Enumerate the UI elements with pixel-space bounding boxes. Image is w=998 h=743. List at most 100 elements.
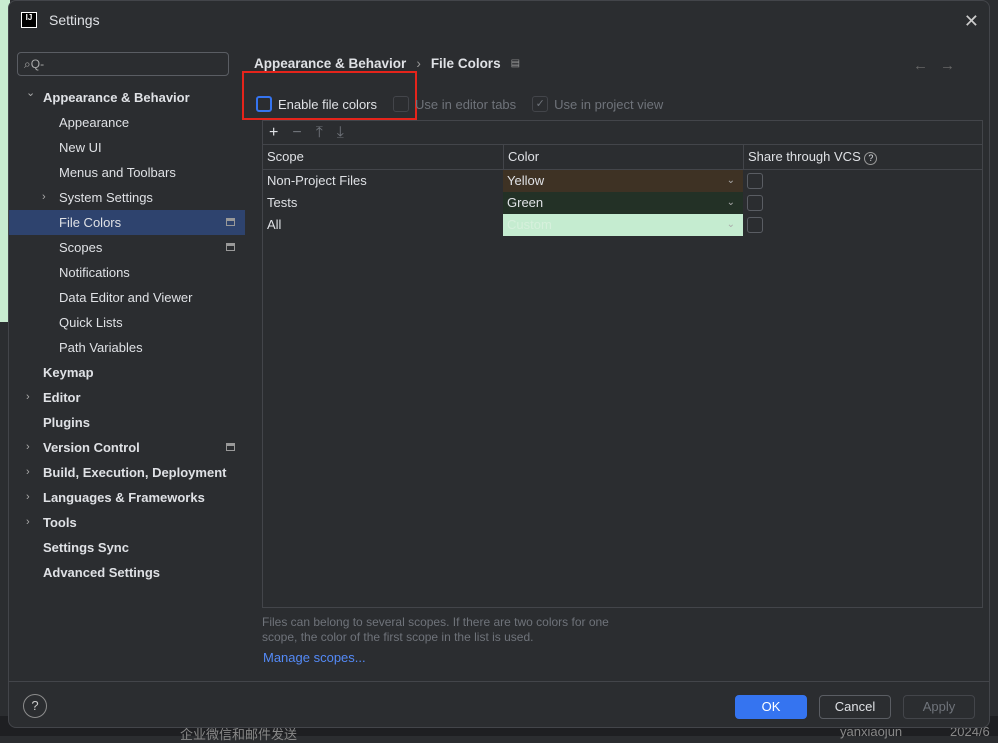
help-icon[interactable]: ? <box>864 152 878 165</box>
sidebar-item-label: Appearance & Behavior <box>43 90 190 105</box>
chevron-down-icon: ⌄ <box>726 175 735 186</box>
sidebar-item-system-settings[interactable]: › System Settings <box>9 185 245 210</box>
color-dropdown[interactable]: Custom ⌄ <box>503 214 743 236</box>
scopes-table: + − ⤒ ⤓ Scope Color Share through VCS ? … <box>262 120 983 608</box>
color-dropdown[interactable]: Yellow ⌄ <box>503 170 743 192</box>
sidebar-item-appearance[interactable]: Appearance <box>9 110 245 135</box>
sidebar-item-new-ui[interactable]: New UI <box>9 135 245 160</box>
sidebar-item-plugins[interactable]: Plugins <box>9 410 245 435</box>
help-text: Files can belong to several scopes. If t… <box>262 615 609 644</box>
sidebar-item-label: Version Control <box>43 440 140 455</box>
color-value: Yellow <box>507 173 545 188</box>
use-in-project-view-label[interactable]: Use in project view <box>554 97 663 112</box>
share-vcs-checkbox[interactable] <box>747 217 763 233</box>
share-vcs-checkbox[interactable] <box>747 195 763 211</box>
title-bar: IJ Settings <box>9 1 989 39</box>
move-up-icon[interactable]: ⤒ <box>316 124 323 142</box>
table-row[interactable]: All Custom ⌄ <box>263 214 982 236</box>
chevron-right-icon[interactable]: › <box>26 485 36 510</box>
sidebar-item-tools[interactable]: › Tools <box>9 510 245 535</box>
chevron-down-icon[interactable]: ⌄ <box>26 81 36 106</box>
sidebar-item-file-colors[interactable]: File Colors <box>9 210 245 235</box>
sidebar-item-label: Languages & Frameworks <box>43 490 205 505</box>
sidebar-item-editor[interactable]: › Editor <box>9 385 245 410</box>
sidebar-item-label: Advanced Settings <box>43 565 161 580</box>
scope-cell: Tests <box>267 195 298 210</box>
chevron-right-icon[interactable]: › <box>26 460 36 485</box>
sidebar-item-label: Plugins <box>43 415 90 430</box>
table-toolbar: + − ⤒ ⤓ <box>263 121 982 145</box>
apply-button[interactable]: Apply <box>903 695 975 719</box>
sidebar-item-menus-and-toolbars[interactable]: Menus and Toolbars <box>9 160 245 185</box>
manage-scopes-link[interactable]: Manage scopes... <box>263 650 366 665</box>
cancel-button[interactable]: Cancel <box>819 695 891 719</box>
sidebar-item-label: Appearance <box>59 115 130 130</box>
chevron-right-icon: › <box>416 56 421 71</box>
header-scope: Scope <box>267 149 304 164</box>
sidebar-item-label: Path Variables <box>59 340 143 355</box>
sidebar-item-label: Data Editor and Viewer <box>59 290 193 305</box>
chevron-down-icon: ⌄ <box>726 197 735 208</box>
enable-file-colors-checkbox[interactable] <box>256 96 272 112</box>
breadcrumb-parent[interactable]: Appearance & Behavior <box>254 56 406 71</box>
chevron-right-icon[interactable]: › <box>42 185 52 210</box>
sidebar-item-languages-frameworks[interactable]: › Languages & Frameworks <box>9 485 245 510</box>
sidebar-item-label: Build, Execution, Deployment <box>43 465 227 480</box>
table-header: Scope Color Share through VCS ? <box>263 145 982 170</box>
scope-cell: All <box>267 217 282 232</box>
sidebar-item-notifications[interactable]: Notifications <box>9 260 245 285</box>
back-arrow-icon[interactable]: ← <box>913 57 940 74</box>
use-in-project-view-checkbox[interactable]: ✓ <box>532 96 549 112</box>
share-vcs-checkbox[interactable] <box>747 173 763 189</box>
sidebar-item-path-variables[interactable]: Path Variables <box>9 335 245 360</box>
chevron-right-icon[interactable]: › <box>26 435 36 460</box>
header-color: Color <box>503 145 743 169</box>
sidebar-item-quick-lists[interactable]: Quick Lists <box>9 310 245 335</box>
project-level-icon: ▤ <box>510 58 521 69</box>
sidebar-item-version-control[interactable]: › Version Control <box>9 435 245 460</box>
table-row[interactable]: Non-Project Files Yellow ⌄ <box>263 170 982 192</box>
close-icon[interactable]: ✕ <box>964 11 979 32</box>
sidebar-item-advanced-settings[interactable]: Advanced Settings <box>9 560 245 585</box>
header-share: Share through VCS ? <box>743 145 878 169</box>
nav-arrows[interactable]: ←→ <box>913 57 967 74</box>
add-icon[interactable]: + <box>269 124 278 142</box>
remove-icon[interactable]: − <box>292 124 301 142</box>
search-input[interactable]: ⌕Q- <box>17 52 229 76</box>
sidebar-item-label: New UI <box>59 140 102 155</box>
color-value: Green <box>507 195 544 210</box>
sidebar-item-keymap[interactable]: Keymap <box>9 360 245 385</box>
chevron-right-icon[interactable]: › <box>26 385 36 410</box>
enable-file-colors-label[interactable]: Enable file colors <box>278 97 377 112</box>
sidebar-item-build-execution-deployment[interactable]: › Build, Execution, Deployment <box>9 460 245 485</box>
ok-button[interactable]: OK <box>735 695 807 719</box>
chevron-right-icon[interactable]: › <box>26 510 36 535</box>
window-title: Settings <box>49 12 100 28</box>
settings-tree: ⌄ Appearance & Behavior Appearance New UI Me… <box>9 85 245 585</box>
color-dropdown[interactable]: Green ⌄ <box>503 192 743 214</box>
use-in-editor-tabs-label[interactable]: Use in editor tabs <box>415 97 516 112</box>
sidebar-item-label: Menus and Toolbars <box>59 165 176 180</box>
sidebar-item-label: Notifications <box>59 265 130 280</box>
sidebar-item-label: Scopes <box>59 240 103 255</box>
sidebar-item-label: File Colors <box>59 215 122 230</box>
color-value: Custom <box>507 217 552 232</box>
chevron-down-icon: ⌄ <box>726 219 735 230</box>
sidebar-item-scopes[interactable]: Scopes <box>9 235 245 260</box>
sidebar-item-label: System Settings <box>59 190 153 205</box>
sidebar-item-label: Settings Sync <box>43 540 129 555</box>
project-level-icon <box>226 218 235 226</box>
scope-cell: Non-Project Files <box>267 173 367 188</box>
intellij-logo-icon: IJ <box>21 12 37 28</box>
main-panel: Appearance & Behavior › File Colors ▤ ←→… <box>242 39 989 681</box>
move-down-icon[interactable]: ⤓ <box>337 124 344 142</box>
sidebar-item-appearance-behavior[interactable]: ⌄ Appearance & Behavior <box>9 85 245 110</box>
use-in-editor-tabs-checkbox[interactable] <box>393 96 409 112</box>
help-button[interactable]: ? <box>23 694 47 718</box>
breadcrumb-current: File Colors <box>430 56 501 71</box>
sidebar-item-settings-sync[interactable]: Settings Sync <box>9 535 245 560</box>
table-row[interactable]: Tests Green ⌄ <box>263 192 982 214</box>
sidebar-item-data-editor-and-viewer[interactable]: Data Editor and Viewer <box>9 285 245 310</box>
sidebar-item-label: Tools <box>43 515 77 530</box>
forward-arrow-icon[interactable]: → <box>940 57 967 74</box>
